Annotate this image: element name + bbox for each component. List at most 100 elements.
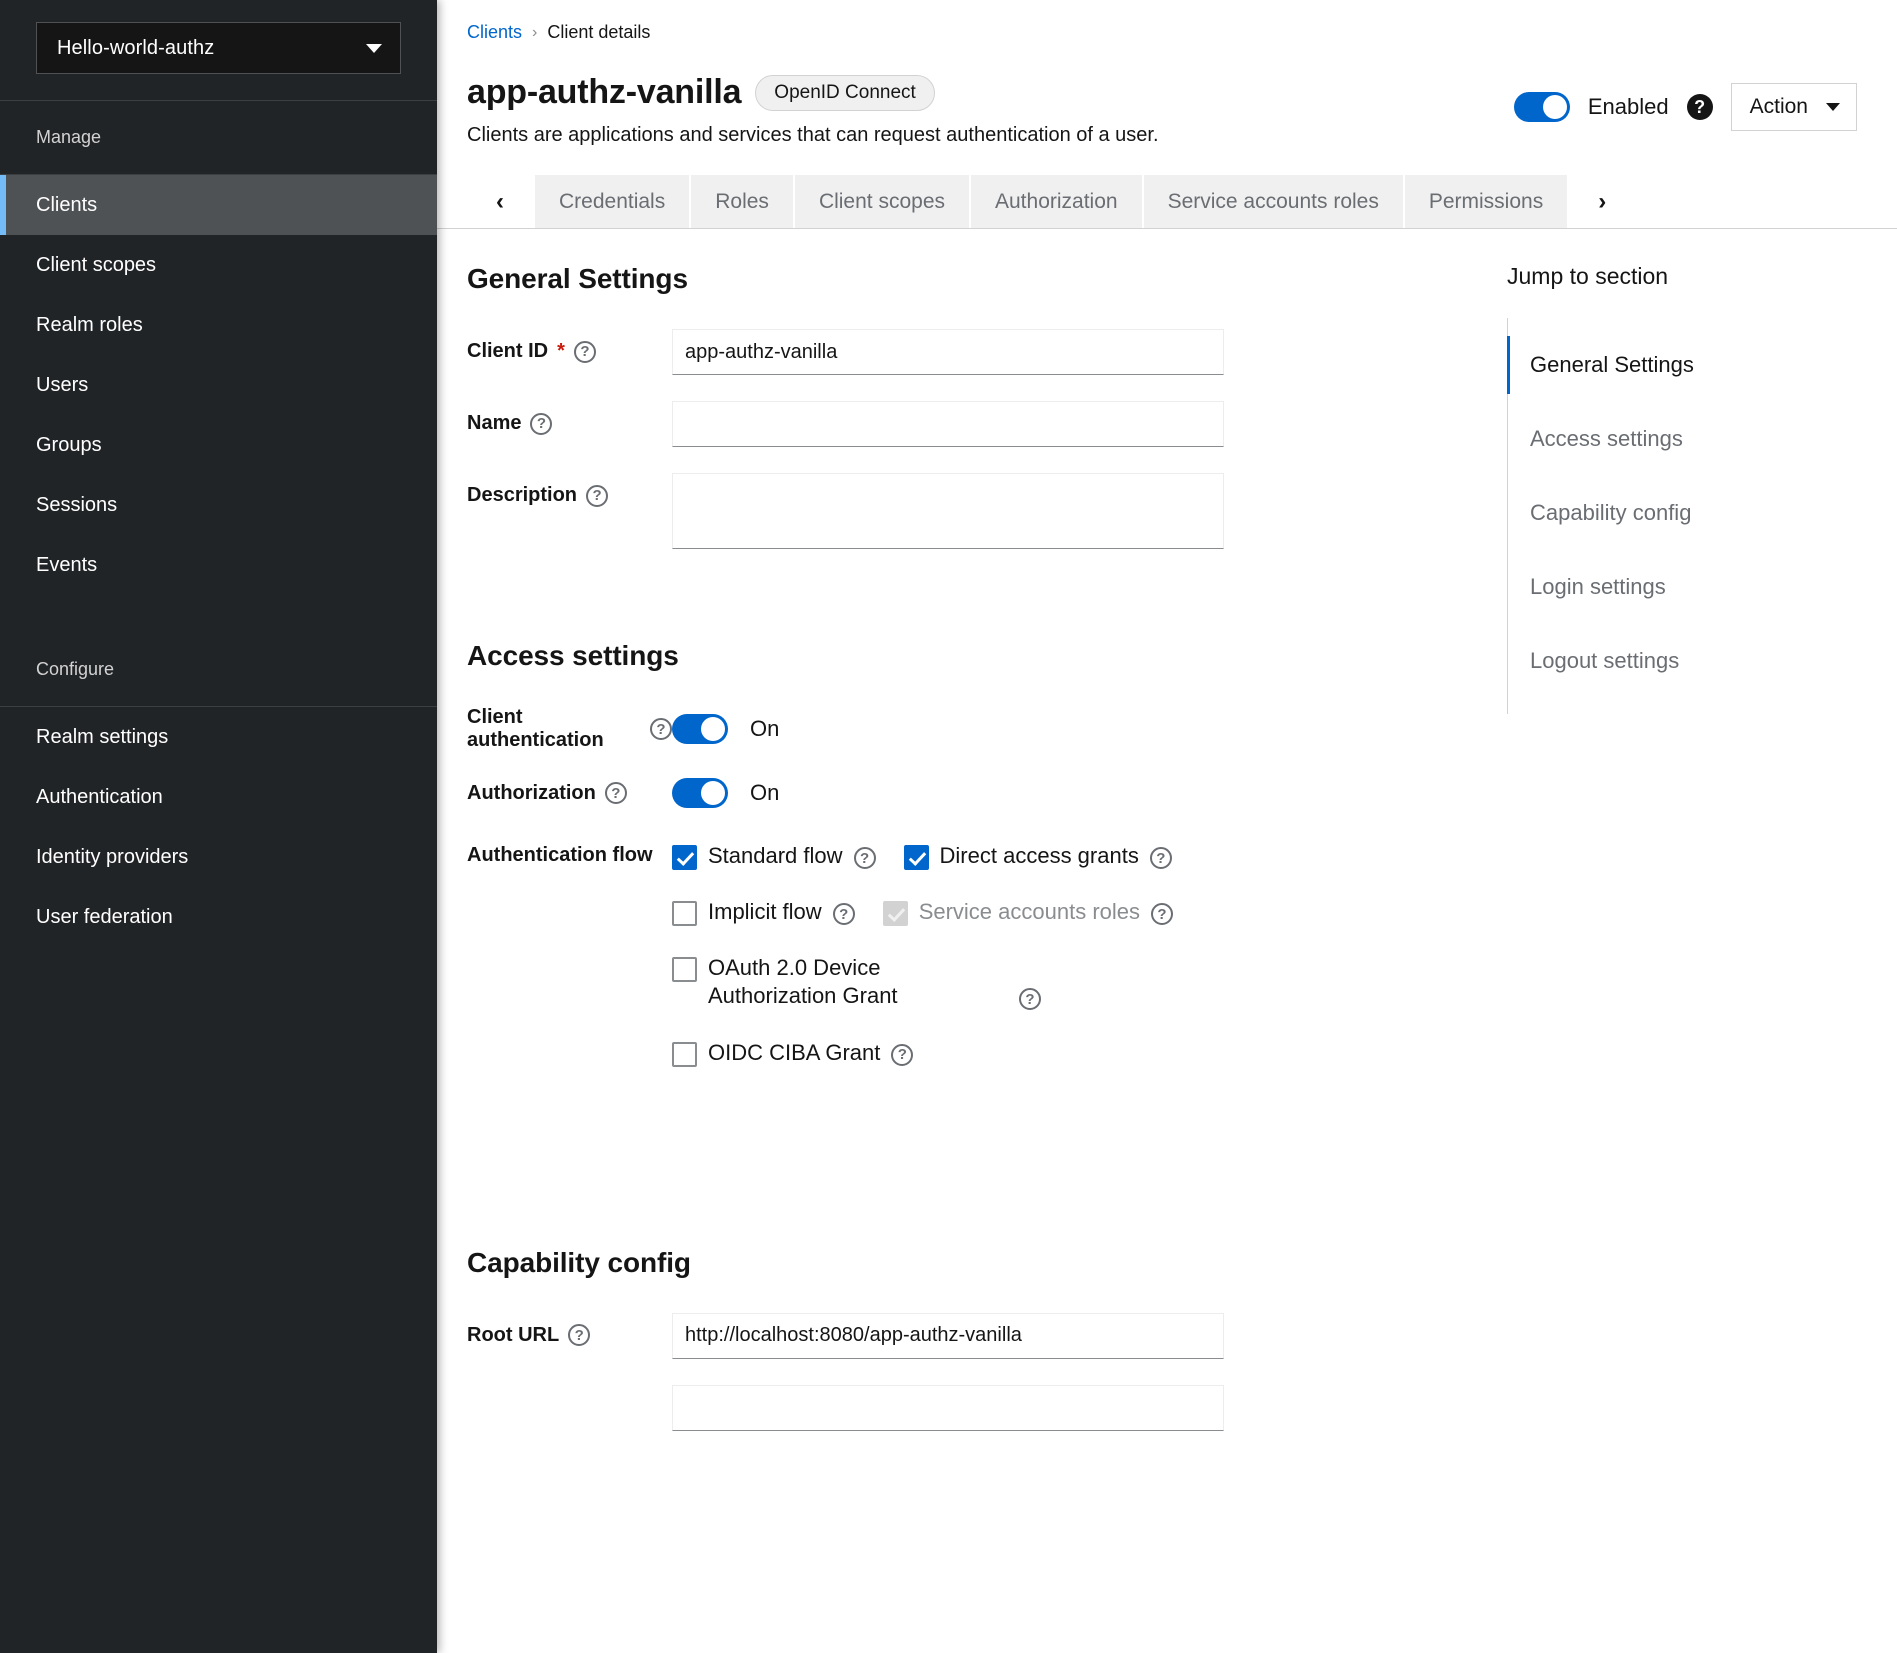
page-title: app-authz-vanilla — [467, 73, 741, 112]
jump-item-logout-settings[interactable]: Logout settings — [1508, 632, 1857, 690]
breadcrumb-separator-icon: › — [532, 24, 537, 42]
action-dropdown-button[interactable]: Action — [1731, 83, 1857, 131]
checkbox-label: Implicit flow — [708, 898, 822, 926]
sidebar-item-sessions[interactable]: Sessions — [0, 475, 437, 535]
field-label: Root URL ? — [467, 1313, 672, 1347]
question-circle-icon[interactable]: ? — [605, 782, 627, 804]
checkbox-label: Service accounts roles — [919, 898, 1140, 926]
question-circle-icon[interactable]: ? — [568, 1324, 590, 1346]
sidebar-item-users[interactable]: Users — [0, 355, 437, 415]
client-id-input[interactable] — [672, 329, 1224, 375]
required-asterisk: * — [557, 340, 565, 363]
question-circle-icon[interactable]: ? — [586, 485, 608, 507]
checkbox-box[interactable] — [672, 845, 697, 870]
question-circle-icon[interactable]: ? — [833, 903, 855, 925]
checkbox-label: Direct access grants — [940, 842, 1139, 870]
tab-service-accounts-roles[interactable]: Service accounts roles — [1144, 175, 1405, 228]
checkbox-label: OAuth 2.0 Device Authorization Grant — [708, 954, 1008, 1010]
field-label: Name ? — [467, 401, 672, 435]
jump-to-section-panel: Jump to section General Settings Access … — [1477, 263, 1897, 1653]
flow-line: Standard flow ? Direct access grants ? — [672, 842, 1477, 870]
field-label-text: Name — [467, 412, 521, 435]
question-circle-icon[interactable]: ? — [854, 847, 876, 869]
sidebar-item-label: Realm settings — [36, 726, 168, 748]
field-label: Client authentication ? — [467, 706, 672, 752]
field-label-text: Client authentication — [467, 706, 641, 752]
next-url-input[interactable] — [672, 1385, 1224, 1431]
sidebar-item-realm-settings[interactable]: Realm settings — [0, 707, 437, 767]
tab-client-scopes[interactable]: Client scopes — [795, 175, 971, 228]
chevron-down-icon — [366, 44, 382, 53]
general-settings-heading: General Settings — [467, 263, 1477, 295]
sidebar-item-client-scopes[interactable]: Client scopes — [0, 235, 437, 295]
tab-credentials[interactable]: Credentials — [533, 175, 691, 228]
checkbox-box[interactable] — [672, 1042, 697, 1067]
authorization-toggle[interactable] — [672, 778, 728, 808]
checkbox-oauth-device-authorization-grant[interactable]: OAuth 2.0 Device Authorization Grant ? — [672, 954, 1041, 1010]
field-control — [672, 1385, 1224, 1431]
sidebar-item-label: Clients — [36, 194, 97, 216]
jump-item-capability-config[interactable]: Capability config — [1508, 484, 1857, 542]
tab-scroll-right-button[interactable]: › — [1569, 175, 1635, 228]
sidebar-item-events[interactable]: Events — [0, 535, 437, 595]
jump-item-general-settings[interactable]: General Settings — [1508, 336, 1857, 394]
field-label-text: Description — [467, 484, 577, 507]
protocol-badge: OpenID Connect — [755, 75, 935, 111]
section-spacer — [467, 1187, 1477, 1247]
question-circle-icon[interactable]: ? — [1019, 988, 1041, 1010]
toggle-knob — [1543, 95, 1567, 119]
field-label-text: Root URL — [467, 1324, 559, 1347]
tab-authorization[interactable]: Authorization — [971, 175, 1144, 228]
checkbox-box[interactable] — [672, 901, 697, 926]
checkbox-implicit-flow[interactable]: Implicit flow ? — [672, 898, 855, 926]
question-circle-icon[interactable]: ? — [1150, 847, 1172, 869]
page-subtitle: Clients are applications and services th… — [467, 124, 1159, 147]
sidebar-item-identity-providers[interactable]: Identity providers — [0, 827, 437, 887]
sidebar-item-clients[interactable]: Clients — [0, 175, 437, 235]
question-circle-icon[interactable]: ? — [891, 1044, 913, 1066]
realm-selector-container: Hello-world-authz — [0, 0, 437, 100]
flow-line: OIDC CIBA Grant ? — [672, 1039, 1477, 1067]
tab-list: Credentials Roles Client scopes Authoriz… — [533, 175, 1569, 228]
jump-item-access-settings[interactable]: Access settings — [1508, 410, 1857, 468]
question-circle-icon[interactable]: ? — [530, 413, 552, 435]
capability-config-heading: Capability config — [467, 1247, 1477, 1279]
question-circle-icon[interactable]: ? — [1687, 94, 1713, 120]
field-authorization: Authorization ? On — [467, 778, 1477, 808]
question-circle-icon[interactable]: ? — [1151, 903, 1173, 925]
sidebar-item-authentication[interactable]: Authentication — [0, 767, 437, 827]
root-url-input[interactable] — [672, 1313, 1224, 1359]
name-input[interactable] — [672, 401, 1224, 447]
tab-permissions[interactable]: Permissions — [1405, 175, 1569, 228]
question-circle-icon[interactable]: ? — [650, 718, 672, 740]
enabled-toggle[interactable] — [1514, 92, 1570, 122]
breadcrumb-link-clients[interactable]: Clients — [467, 22, 522, 43]
field-root-url: Root URL ? — [467, 1313, 1477, 1359]
sidebar-item-groups[interactable]: Groups — [0, 415, 437, 475]
checkbox-box[interactable] — [672, 957, 697, 982]
field-control: On — [672, 778, 779, 808]
realm-selector[interactable]: Hello-world-authz — [36, 22, 401, 74]
sidebar-item-label: Client scopes — [36, 254, 156, 276]
sidebar-group-title-configure: Configure — [0, 633, 437, 706]
authentication-flow-options: Standard flow ? Direct access grants ? — [672, 842, 1477, 1067]
sidebar-item-realm-roles[interactable]: Realm roles — [0, 295, 437, 355]
tab-scroll-left-button[interactable]: ‹ — [467, 175, 533, 228]
description-textarea[interactable] — [672, 473, 1224, 549]
checkbox-oidc-ciba-grant[interactable]: OIDC CIBA Grant ? — [672, 1039, 913, 1067]
sidebar-item-user-federation[interactable]: User federation — [0, 887, 437, 947]
jump-item-login-settings[interactable]: Login settings — [1508, 558, 1857, 616]
title-line: app-authz-vanilla OpenID Connect — [467, 73, 1159, 112]
enabled-label: Enabled — [1588, 94, 1669, 120]
tab-roles[interactable]: Roles — [691, 175, 795, 228]
checkbox-service-accounts-roles: Service accounts roles ? — [883, 898, 1173, 926]
sidebar-item-label: Identity providers — [36, 846, 188, 868]
client-authentication-toggle[interactable] — [672, 714, 728, 744]
question-circle-icon[interactable]: ? — [574, 341, 596, 363]
checkbox-direct-access-grants[interactable]: Direct access grants ? — [904, 842, 1172, 870]
toggle-knob — [701, 781, 725, 805]
checkbox-standard-flow[interactable]: Standard flow ? — [672, 842, 876, 870]
field-label: Authentication flow — [467, 842, 672, 867]
checkbox-box[interactable] — [904, 845, 929, 870]
field-control — [672, 329, 1224, 375]
